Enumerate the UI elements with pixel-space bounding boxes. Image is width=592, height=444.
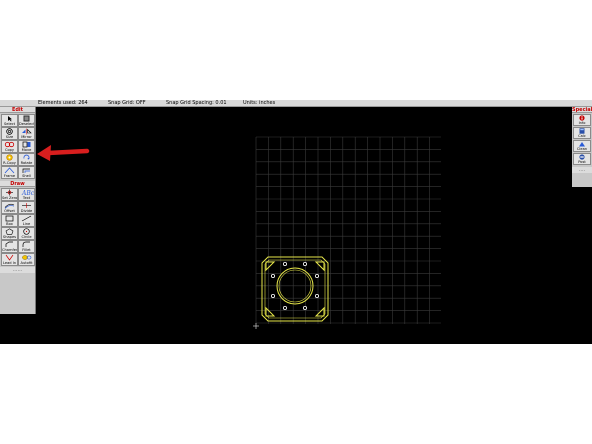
text-tool-button[interactable]: ABc Text [18,188,35,201]
annotation-arrow [37,145,90,161]
drawing-canvas[interactable] [36,107,572,344]
corner-cutout-tr [314,261,325,272]
cursor-icon [2,115,17,122]
copy-icon [2,141,17,148]
bolt-hole [302,305,307,310]
fillet-icon [19,241,34,248]
lead-in-icon [2,254,17,261]
size-tool-button[interactable]: Size [1,127,18,140]
set-zero-icon [2,189,17,196]
info-tool-label: Info [578,121,586,125]
snap-grid [255,136,441,324]
shapes-icon [2,228,17,235]
bolt-hole [314,273,319,278]
cad-application: Elements used: 264 Snap Grid: OFF Snap G… [0,100,592,344]
status-bar: Elements used: 264 Snap Grid: OFF Snap G… [0,100,592,107]
bolt-hole [302,261,307,266]
text-icon: ABc [19,189,35,197]
rotate-tool-button[interactable]: Rotate [18,153,35,166]
shell-icon [19,167,34,174]
circle-tool-button[interactable]: Circle [18,227,35,240]
snap-spacing-status: Snap Grid Spacing: 0.01 [166,100,227,106]
special-section-header: Special [572,107,592,113]
edit-section-header: Edit [0,107,35,113]
bolt-hole [314,293,319,298]
fillet-tool-button[interactable]: Fillet [18,240,35,253]
deselect-icon [19,115,34,122]
box-icon [2,215,17,222]
circle-icon [19,228,34,235]
line-tool-button[interactable]: Line [18,214,35,227]
autofit-tool-button[interactable]: Autofit [18,253,35,266]
info-tool-button[interactable]: Info [573,114,591,126]
left-toolbar: Edit Select Deselect Size Mirror Copy Mo… [0,107,36,314]
right-toolbar: Special Info Calc Clean Post .... [572,107,592,187]
clean-tool-button[interactable]: Clean [573,140,591,152]
corner-cutout-bl [265,306,276,317]
select-tool-button[interactable]: Select [1,114,18,127]
corner-cutout-tl [265,261,276,272]
lead-in-tool-button[interactable]: Lead In [1,253,18,266]
move-icon [19,141,34,148]
chamfer-icon [2,241,17,248]
shapes-tool-button[interactable]: Shapes [1,227,18,240]
offset-icon [2,202,17,209]
deselect-tool-button[interactable]: Deselect [18,114,35,127]
elements-used-status: Elements used: 264 [38,100,88,106]
part-inner-profile [264,259,326,319]
frame-tool-button[interactable]: Frame [1,166,18,179]
line-icon [19,215,34,222]
offset-tool-button[interactable]: Offset [1,201,18,214]
units-status: Units: inches [243,100,276,106]
size-icon [2,128,17,135]
right-toolbar-grip[interactable]: .... [572,167,592,173]
rotate-copy-icon [2,154,17,161]
draw-section-header: Draw [0,181,35,187]
frame-tool-label: Frame [3,174,16,178]
chamfer-tool-button[interactable]: Chamfer [1,240,18,253]
move-tool-button[interactable]: Move [18,140,35,153]
rotate-icon [19,154,34,161]
set-zero-tool-button[interactable]: Set Zero [1,188,18,201]
shell-tool-label: Shell [22,174,31,178]
bolt-hole [282,305,287,310]
shell-tool-button[interactable]: Shell [18,166,35,179]
box-tool-button[interactable]: Box [1,214,18,227]
post-tool-button[interactable]: Post [573,153,591,165]
autofit-tool-label: Autofit [20,261,33,265]
calc-tool-button[interactable]: Calc [573,127,591,139]
bolt-hole [270,273,275,278]
corner-cutout-br [314,306,325,317]
snap-grid-status: Snap Grid: OFF [108,100,146,106]
post-tool-label: Post [578,160,586,164]
divide-icon [19,202,34,209]
frame-icon [2,167,17,174]
mirror-icon [19,128,34,135]
copy-tool-button[interactable]: Copy [1,140,18,153]
bolt-hole [282,261,287,266]
mirror-tool-button[interactable]: Mirror [18,127,35,140]
toolbar-grip[interactable]: ...... [0,267,35,273]
calc-tool-label: Calc [578,134,586,138]
lead-in-tool-label: Lead In [2,261,17,265]
bolt-hole [270,293,275,298]
rotate-copy-tool-button[interactable]: R-Copy [1,153,18,166]
crosshair-cursor [253,323,259,329]
divide-tool-button[interactable]: Divide [18,201,35,214]
clean-tool-label: Clean [576,147,588,151]
autofit-icon [19,254,34,261]
